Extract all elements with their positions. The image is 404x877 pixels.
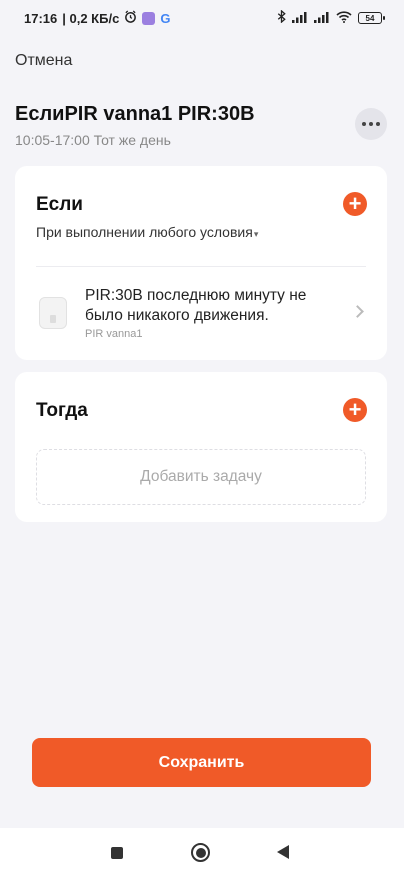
then-heading: Тогда	[36, 400, 88, 421]
add-condition-button[interactable]: +	[343, 192, 367, 216]
back-icon[interactable]	[277, 845, 289, 859]
home-icon[interactable]	[191, 843, 210, 862]
caret-down-icon: ▾	[253, 229, 259, 239]
condition-item[interactable]: PIR:30B последнюю минуту не было никаког…	[15, 267, 387, 360]
save-button[interactable]: Сохранить	[32, 738, 371, 787]
more-dots-icon	[362, 122, 366, 126]
condition-mode-select[interactable]: При выполнении любого условия▾	[36, 224, 258, 240]
signal-icon	[292, 11, 308, 26]
app-icon	[142, 11, 156, 25]
wifi-icon	[336, 10, 352, 26]
plus-icon: +	[348, 397, 362, 422]
cancel-button[interactable]: Отмена	[15, 52, 72, 70]
plus-icon: +	[348, 191, 362, 216]
chevron-right-icon	[351, 305, 364, 318]
add-action-button[interactable]: +	[343, 398, 367, 422]
alarm-icon	[124, 10, 137, 26]
add-task-button[interactable]: Добавить задачу	[36, 449, 366, 505]
system-nav-bar	[0, 828, 404, 877]
condition-device: PIR vanna1	[85, 328, 143, 340]
battery-icon: 54	[358, 12, 385, 24]
recent-apps-icon[interactable]	[111, 847, 123, 859]
bluetooth-icon	[277, 9, 286, 26]
status-time: 17:16	[24, 10, 58, 26]
condition-mode-label: При выполнении любого условия	[36, 224, 253, 240]
google-icon: G	[160, 10, 171, 26]
status-speed: | 0,2 КБ/с	[62, 10, 120, 26]
schedule-subtitle[interactable]: 10:05-17:00 Тот же день	[15, 132, 171, 148]
condition-text: PIR:30B последнюю минуту не было никаког…	[85, 287, 307, 324]
if-heading: Если	[36, 194, 83, 215]
motion-sensor-icon	[39, 297, 67, 329]
then-card: Тогда + Добавить задачу	[15, 372, 387, 522]
signal-icon	[314, 11, 330, 26]
more-options-button[interactable]	[355, 108, 387, 140]
status-bar: 17:16 | 0,2 КБ/с G 54	[0, 0, 404, 36]
if-card: Если + При выполнении любого условия▾ PI…	[15, 166, 387, 360]
page-title: ЕслиPIR vanna1 PIR:30B	[15, 103, 255, 125]
